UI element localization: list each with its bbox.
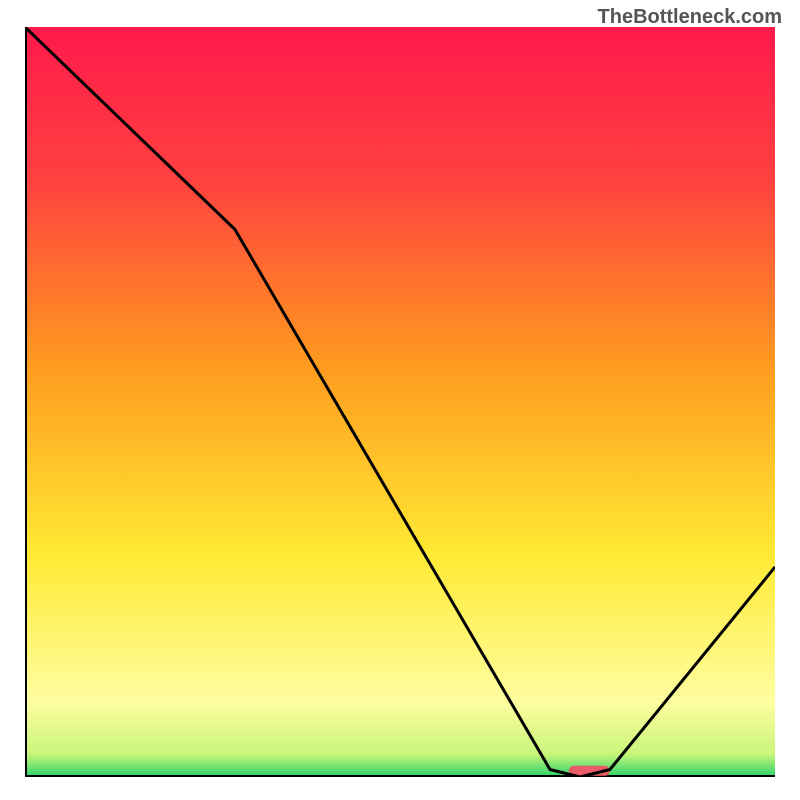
chart-background xyxy=(25,27,775,777)
chart-svg xyxy=(25,27,775,777)
watermark-text: TheBottleneck.com xyxy=(598,6,782,29)
chart-plot xyxy=(25,27,775,777)
chart-container: TheBottleneck.com xyxy=(0,0,800,800)
